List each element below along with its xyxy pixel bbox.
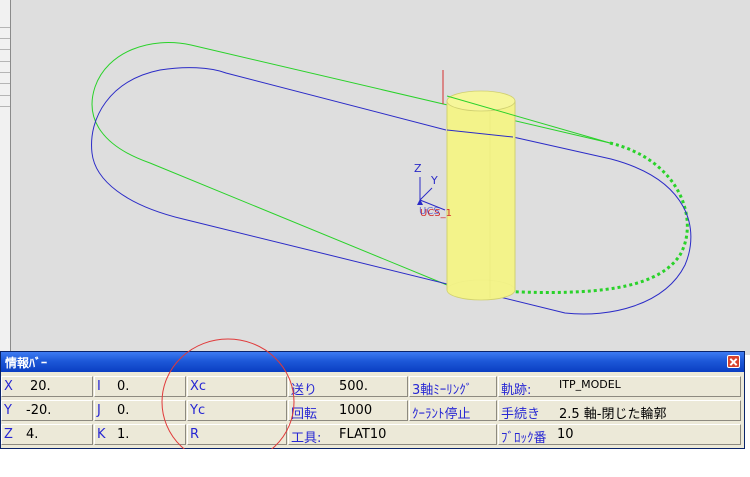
j-value: 0. <box>117 403 130 418</box>
k-label: K <box>97 427 106 442</box>
y-label: Y <box>4 403 12 418</box>
xc-field: Xc <box>187 376 287 397</box>
block-label: ﾌﾞﾛｯｸ番 <box>501 431 547 445</box>
trajectory-label: 軌跡: <box>501 383 532 397</box>
info-bar-title: 情報ﾊﾞｰ <box>5 356 48 370</box>
z-label: Z <box>4 427 13 442</box>
i-value: 0. <box>117 379 130 394</box>
close-button[interactable] <box>727 355 740 368</box>
tool-label: 工具: <box>291 431 322 445</box>
tool-field: 工具: FLAT10 <box>288 424 497 445</box>
blue-toolpath <box>91 67 692 315</box>
info-bar-panel: 情報ﾊﾞｰ X 20. I 0. Xc 送り 500. 3軸ﾐｰﾘﾝｸﾞ 軌跡:… <box>0 351 745 449</box>
coolant-status: ｸｰﾗﾝﾄ停止 <box>409 400 497 421</box>
bottom-blank-area <box>0 449 750 477</box>
y-value: -20. <box>26 403 52 418</box>
machining-mode-status: 3軸ﾐｰﾘﾝｸﾞ <box>409 376 497 397</box>
r-label: R <box>190 427 200 442</box>
k-field: K 1. <box>94 424 186 445</box>
yc-label: Yc <box>190 403 206 418</box>
xc-label: Xc <box>190 379 207 394</box>
spindle-label: 回転 <box>291 407 318 421</box>
k-value: 1. <box>117 427 130 442</box>
x-label: X <box>4 379 13 394</box>
tool-value: FLAT10 <box>339 427 387 442</box>
axis-y-label: Y <box>430 174 438 187</box>
procedure-field: 手続き 2.5 軸-閉じた輪郭 <box>498 400 741 421</box>
info-bar-titlebar[interactable]: 情報ﾊﾞｰ <box>1 352 744 372</box>
block-value: 10 <box>557 427 574 442</box>
j-label: J <box>97 403 101 418</box>
y-coordinate-field: Y -20. <box>1 400 93 421</box>
3d-viewport[interactable]: Z Y UCS_1 UCS <box>0 0 750 355</box>
procedure-value: 2.5 軸-閉じた輪郭 <box>559 407 667 421</box>
yc-field: Yc <box>187 400 287 421</box>
spindle-field: 回転 1000 <box>288 400 408 421</box>
z-value: 4. <box>26 427 39 442</box>
trajectory-value: ITP_MODEL <box>559 378 621 391</box>
j-field: J 0. <box>94 400 186 421</box>
feed-value: 500. <box>339 379 368 394</box>
procedure-label: 手続き <box>501 407 541 421</box>
x-coordinate-field: X 20. <box>1 376 93 397</box>
axis-z-label: Z <box>414 162 422 175</box>
toolpath-scene: Z Y UCS_1 UCS <box>91 42 692 315</box>
ucs-label-shadow: UCS <box>419 206 440 217</box>
green-toolpath <box>91 42 611 286</box>
r-field: R <box>187 424 287 445</box>
i-label: I <box>97 379 101 394</box>
trajectory-field: 軌跡: ITP_MODEL <box>498 376 741 397</box>
block-number-field: ﾌﾞﾛｯｸ番 10 <box>498 424 741 445</box>
feed-label: 送り <box>291 383 318 397</box>
z-coordinate-field: Z 4. <box>1 424 93 445</box>
spindle-value: 1000 <box>339 403 373 418</box>
x-value: 20. <box>30 379 51 394</box>
feed-field: 送り 500. <box>288 376 408 397</box>
tool-cylinder <box>446 90 516 301</box>
i-field: I 0. <box>94 376 186 397</box>
